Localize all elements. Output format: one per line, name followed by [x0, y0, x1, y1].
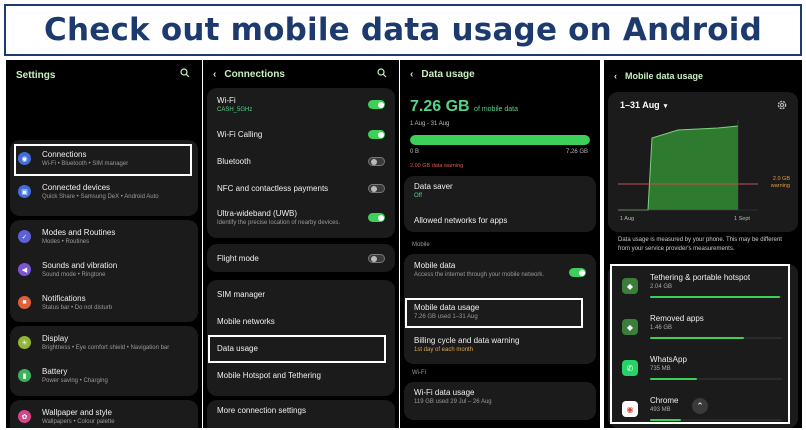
gear-icon[interactable] — [776, 98, 788, 116]
flight-mode-toggle[interactable] — [368, 254, 385, 263]
settings-item-wallpaper[interactable]: Wallpaper and style Wallpapers • Colour … — [42, 408, 194, 426]
hotspot-item[interactable]: Mobile Hotspot and Tethering — [217, 371, 387, 380]
wallpaper-icon: ✿ — [18, 410, 31, 423]
usage-amount-suffix: of mobile data — [474, 106, 519, 113]
settings-group-display: ☀ Display Brightness • Eye comfort shiel… — [10, 326, 198, 396]
connections-screen: ‹ Connections Wi-Fi CASH_5GHz Wi-Fi Calli… — [203, 60, 399, 428]
back-icon[interactable]: ‹ — [614, 71, 617, 81]
x-label-start: 1 Aug — [620, 216, 635, 222]
more-settings-item[interactable]: More connection settings — [217, 406, 387, 415]
uwb-item[interactable]: Ultra-wideband (UWB) Identify the precis… — [217, 209, 361, 227]
page-title: Data usage — [421, 69, 475, 80]
chevron-down-icon: ▾ — [663, 103, 668, 110]
nfc-toggle[interactable] — [368, 184, 385, 193]
banner: Check out mobile data usage on Android — [4, 4, 802, 56]
settings-screen: Settings ◉ Connections Wi-Fi • Bluetooth… — [6, 60, 202, 428]
search-icon[interactable] — [377, 68, 387, 81]
wifi-group: Wi-Fi data usage 119 GB used 29 Jul – 26… — [404, 382, 596, 420]
section-mobile: Mobile — [412, 242, 430, 248]
settings-group-wallpaper: ✿ Wallpaper and style Wallpapers • Colou… — [10, 400, 198, 428]
page-title: Settings — [16, 70, 56, 81]
routines-icon: ✓ — [18, 230, 31, 243]
scale-end: 7.26 GB — [565, 149, 588, 155]
usage-summary: 7.26 GB of mobile data — [410, 98, 518, 116]
highlight-mobile-data-usage — [405, 298, 583, 328]
wifi-calling-toggle[interactable] — [368, 130, 385, 139]
usage-chart-card: 1–31 Aug ▾ 2.0 GB warning 1 Aug 1 Sept — [608, 92, 798, 232]
uwb-toggle[interactable] — [368, 213, 385, 222]
mobile-data-toggle[interactable] — [569, 268, 586, 277]
bluetooth-item[interactable]: Bluetooth — [217, 157, 387, 166]
notifications-icon: ■ — [18, 296, 31, 309]
data-saver-group: Data saver Off Allowed networks for apps — [404, 176, 596, 232]
connections-group-flight: Flight mode — [207, 244, 395, 272]
mobile-data-item[interactable]: Mobile data Access the internet through … — [414, 261, 562, 279]
usage-period: 1 Aug - 31 Aug — [410, 121, 450, 127]
scroll-to-top-button[interactable]: ⌃ — [692, 398, 708, 414]
search-icon[interactable] — [180, 68, 190, 81]
warning-text: 2.0 GB warning — [770, 176, 790, 189]
connections-group-radio: Wi-Fi CASH_5GHz Wi-Fi Calling Bluetooth … — [207, 88, 395, 238]
usage-chart — [618, 120, 758, 211]
page-title: Mobile data usage — [625, 71, 704, 81]
data-saver-item[interactable]: Data saver Off — [414, 182, 588, 200]
settings-item-connected-devices[interactable]: Connected devices Quick Share • Samsung … — [42, 183, 194, 201]
back-icon[interactable]: ‹ — [410, 69, 413, 80]
settings-item-display[interactable]: Display Brightness • Eye comfort shield … — [42, 334, 194, 352]
billing-cycle-item[interactable]: Billing cycle and data warning 1st day o… — [414, 336, 588, 354]
display-icon: ☀ — [18, 336, 31, 349]
sound-icon: ◀ — [18, 263, 31, 276]
period-selector[interactable]: 1–31 Aug ▾ — [620, 100, 667, 110]
wifi-calling-item[interactable]: Wi-Fi Calling — [217, 130, 387, 139]
battery-icon: ▮ — [18, 369, 31, 382]
x-label-end: 1 Sept — [734, 216, 750, 222]
data-usage-screen: ‹ Data usage 7.26 GB of mobile data 1 Aug… — [400, 60, 600, 428]
settings-item-notifications[interactable]: Notifications Status bar • Do not distur… — [42, 294, 194, 312]
settings-item-sounds[interactable]: Sounds and vibration Sound mode • Ringto… — [42, 261, 194, 279]
settings-item-battery[interactable]: Battery Power saving • Charging — [42, 367, 194, 385]
usage-area — [618, 126, 738, 210]
usage-progress-bar — [410, 135, 590, 145]
banner-title: Check out mobile data usage on Android — [44, 12, 762, 48]
usage-progress-fill — [410, 135, 590, 145]
warning-label: 2.00 GB data warning — [410, 163, 464, 169]
allowed-networks-item[interactable]: Allowed networks for apps — [414, 216, 588, 225]
mobile-data-usage-screen: ‹ Mobile data usage 1–31 Aug ▾ 2.0 GB warn… — [604, 60, 802, 428]
nfc-item[interactable]: NFC and contactless payments — [217, 184, 387, 193]
bluetooth-toggle[interactable] — [368, 157, 385, 166]
highlight-data-usage — [208, 335, 386, 363]
scale-start: 0 B — [410, 149, 420, 155]
header: ‹ Data usage — [410, 69, 475, 80]
highlight-connections — [14, 144, 192, 176]
back-icon[interactable]: ‹ — [213, 69, 216, 80]
header: ‹ Mobile data usage — [614, 71, 703, 81]
settings-group-modes: ✓ Modes and Routines Modes • Routines ◀ … — [10, 220, 198, 322]
wifi-data-usage-item[interactable]: Wi-Fi data usage 119 GB used 29 Jul – 26… — [414, 388, 588, 406]
devices-icon: ▣ — [18, 185, 31, 198]
settings-item-modes[interactable]: Modes and Routines Modes • Routines — [42, 228, 194, 246]
mobile-networks-item[interactable]: Mobile networks — [217, 317, 387, 326]
header: ‹ Connections — [213, 69, 285, 80]
measurement-note: Data usage is measured by your phone. Th… — [618, 237, 782, 252]
wifi-item[interactable]: Wi-Fi CASH_5GHz — [217, 96, 387, 114]
wifi-toggle[interactable] — [368, 100, 385, 109]
page-title: Connections — [224, 69, 285, 80]
usage-amount: 7.26 GB — [410, 98, 470, 115]
section-wifi: Wi-Fi — [412, 370, 426, 376]
flight-mode-item[interactable]: Flight mode — [217, 254, 387, 263]
connections-group-more: More connection settings — [207, 400, 395, 428]
sim-manager-item[interactable]: SIM manager — [217, 290, 387, 299]
